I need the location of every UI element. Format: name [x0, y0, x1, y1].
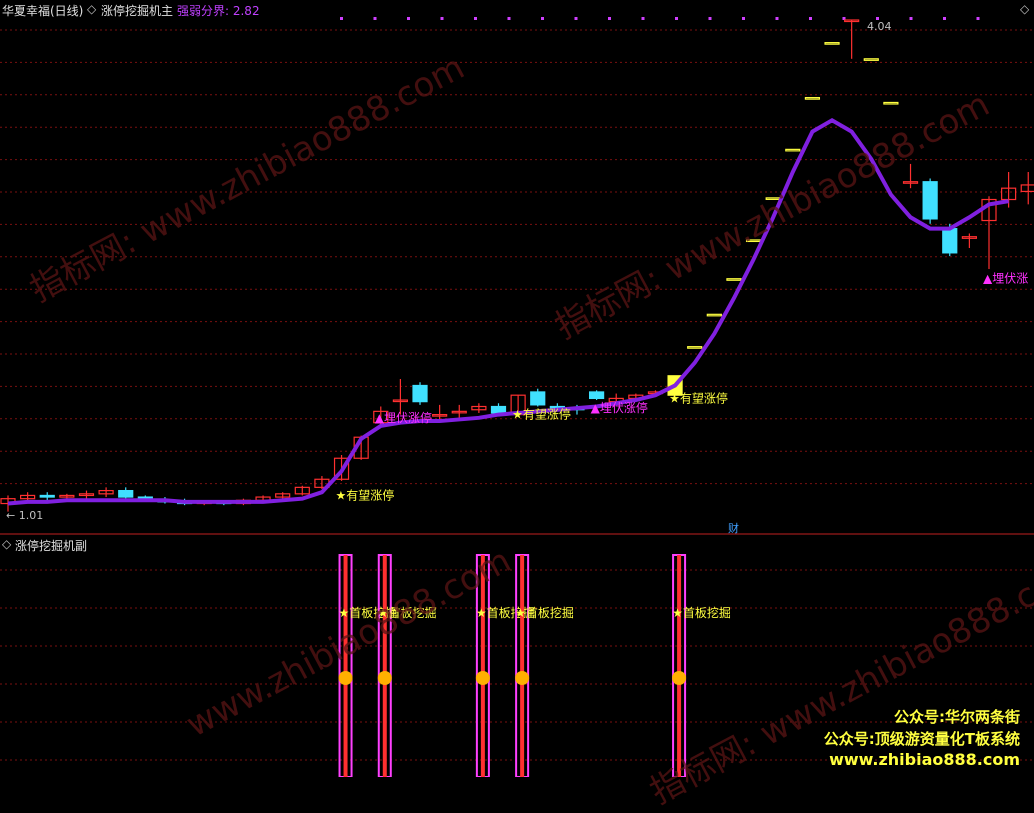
candle-body	[863, 58, 879, 61]
candle-body	[412, 384, 428, 403]
indicator-main-title[interactable]: 涨停挖掘机主	[101, 2, 173, 19]
marker-dot	[541, 17, 544, 20]
signal-bar-core	[677, 555, 682, 777]
candle-body	[687, 346, 703, 349]
footer-line3: www.zhibiao888.com	[829, 750, 1020, 769]
signal-label: ★有望涨停	[512, 407, 571, 422]
marker-dot	[742, 17, 745, 20]
signal-bar-core	[520, 555, 525, 777]
marker-dot	[641, 17, 645, 20]
marker-dot	[474, 17, 477, 20]
footer-line2: 公众号:顶级游资量化T板系统	[823, 730, 1020, 748]
marker-dot	[976, 17, 980, 20]
sub-signal-label: ★首板挖掘	[672, 605, 731, 620]
nav-icon[interactable]: ◇	[1020, 2, 1029, 16]
sub-signal-label: ★首板挖掘	[515, 605, 574, 620]
candle-body	[118, 489, 134, 498]
footer-line1: 公众号:华尔两条街	[894, 708, 1020, 726]
candle-body	[706, 313, 722, 317]
sub-panel-bars: ★首板挖掘★首板挖掘 ★首板挖掘★首板挖掘 ★首板挖掘	[338, 554, 731, 777]
marker-dot	[943, 17, 946, 20]
signal-marker	[338, 671, 353, 685]
signal-label: ★有望涨停	[669, 390, 728, 405]
marker-dot	[407, 17, 410, 20]
signal-marker	[515, 671, 530, 685]
candle-body	[588, 391, 605, 400]
strength-label: 强弱分界: 2.82	[177, 4, 260, 18]
candle-body	[726, 278, 742, 281]
collapse-icon[interactable]: ◇	[87, 2, 96, 16]
finance-badge[interactable]: 财	[728, 520, 739, 536]
marker-dot	[809, 17, 812, 20]
signal-marker	[672, 671, 687, 685]
signal-marker	[475, 671, 490, 685]
candle-body	[530, 391, 546, 406]
candle-body	[39, 494, 55, 498]
marker-dot	[909, 17, 913, 20]
candle-body	[490, 405, 507, 414]
marker-dot	[708, 17, 712, 20]
low-price-label: ← 1.01	[6, 509, 44, 522]
signal-bar-core	[382, 555, 387, 777]
signal-label: ▲埋伏涨停	[591, 400, 648, 415]
candle-body	[922, 181, 938, 220]
candle-body	[1020, 184, 1034, 193]
candle-body	[824, 42, 840, 45]
marker-dot	[775, 17, 779, 20]
signal-label: ★有望涨停	[336, 487, 395, 502]
indicator-sub-title[interactable]: 涨停挖掘机副	[15, 537, 87, 554]
candle-body	[942, 228, 958, 254]
marker-dot	[507, 17, 511, 20]
marker-dot	[440, 17, 444, 20]
candlestick-series	[0, 19, 1034, 512]
candle-body	[804, 97, 821, 100]
signal-label: ▲埋伏涨	[983, 271, 1028, 286]
high-price-label: 4.04	[867, 20, 892, 33]
marker-dot	[340, 17, 343, 20]
candle-body	[785, 148, 801, 152]
stock-name: 华夏幸福(日线)	[2, 4, 84, 18]
signal-label: ▲埋伏涨停	[375, 410, 432, 425]
marker-dot	[608, 17, 611, 20]
candle-body	[883, 101, 899, 105]
marker-dot	[373, 17, 377, 20]
marker-dot	[675, 17, 678, 20]
marker-dot	[574, 17, 578, 20]
signal-marker	[377, 671, 392, 685]
collapse-icon[interactable]: ◇	[2, 537, 11, 551]
